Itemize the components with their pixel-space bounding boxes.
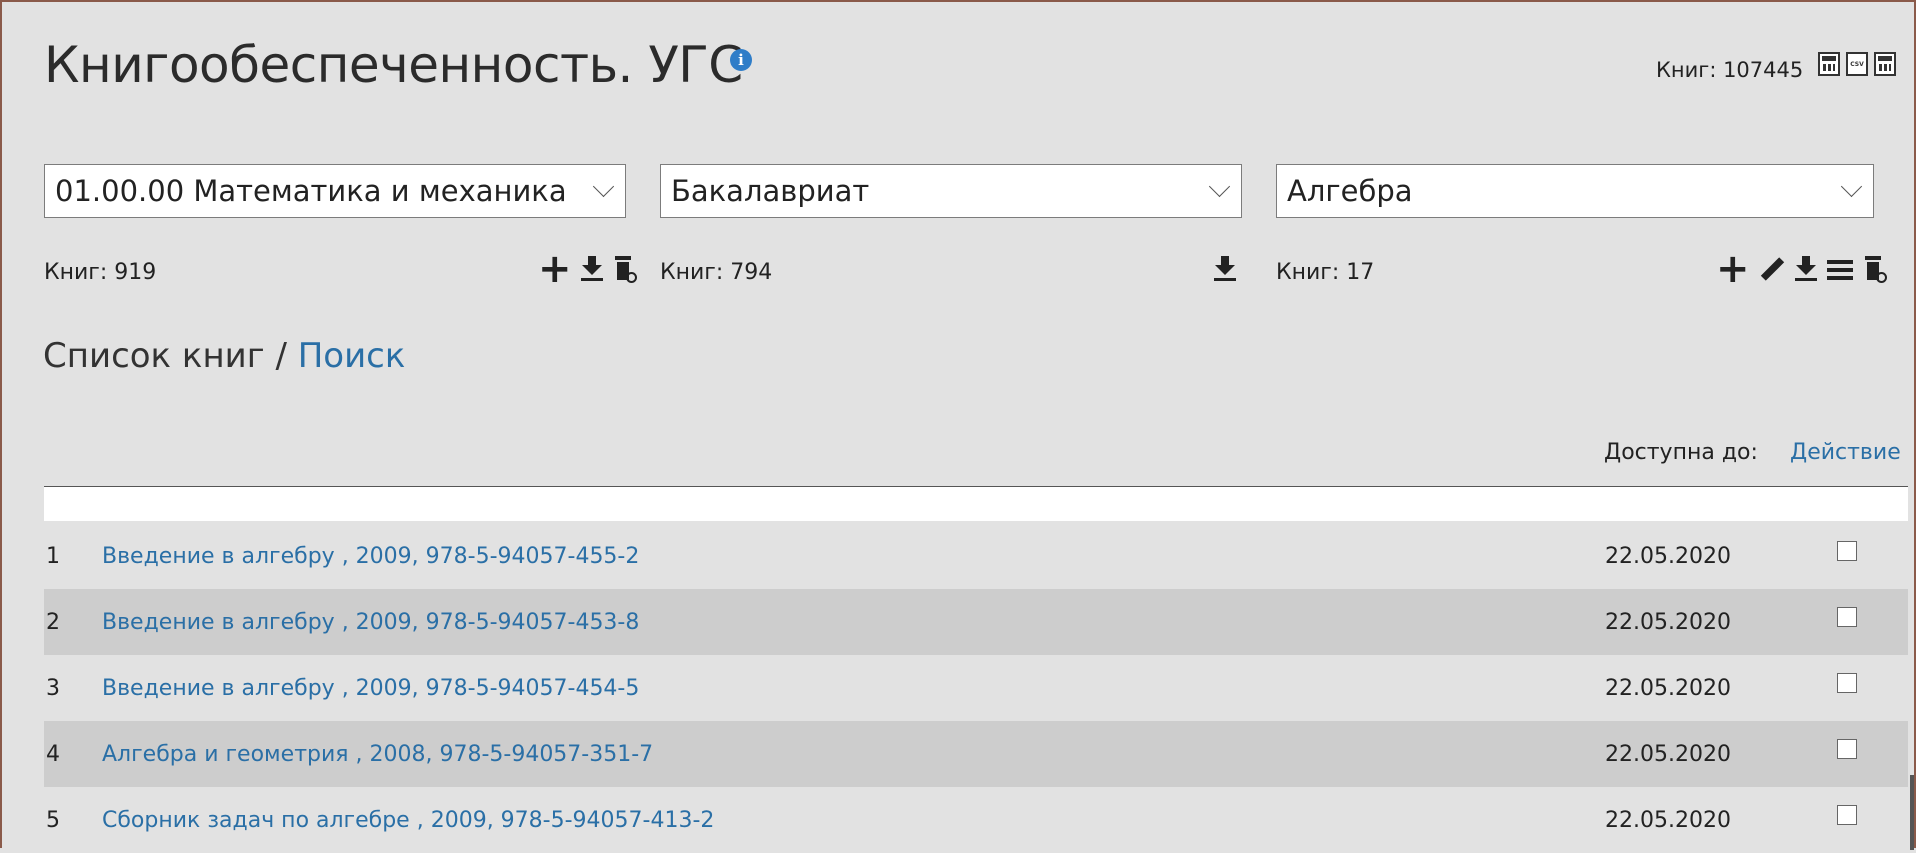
row-number: 5 [46, 807, 60, 833]
available-until-date: 22.05.2020 [1605, 609, 1731, 635]
row-checkbox[interactable] [1837, 541, 1857, 561]
subject-books-count: Книг: 17 [1276, 260, 1375, 285]
download-icon[interactable] [1795, 254, 1818, 282]
row-checkbox[interactable] [1837, 607, 1857, 627]
add-icon[interactable]: + [538, 246, 572, 292]
subject-select-value: Алгебра [1287, 174, 1413, 208]
calculator-icon[interactable] [1874, 52, 1896, 76]
table-row: 3 Введение в алгебру , 2009, 978-5-94057… [44, 655, 1908, 721]
delete-icon[interactable] [613, 254, 638, 283]
available-until-date: 22.05.2020 [1605, 675, 1731, 701]
chevron-down-icon [592, 175, 615, 198]
table-row: 4 Алгебра и геометрия , 2008, 978-5-9405… [44, 721, 1908, 787]
row-checkbox[interactable] [1837, 739, 1857, 759]
action-header[interactable]: Действие [1790, 440, 1901, 465]
row-checkbox[interactable] [1837, 805, 1857, 825]
chevron-down-icon [1840, 175, 1863, 198]
available-until-date: 22.05.2020 [1605, 807, 1731, 833]
available-until-date: 22.05.2020 [1605, 741, 1731, 767]
download-icon[interactable] [581, 254, 604, 282]
list-heading: Список книг / Поиск [43, 336, 405, 376]
level-toolbar [1214, 254, 1236, 289]
level-select-value: Бакалавриат [671, 174, 870, 208]
calculator-icon[interactable] [1818, 52, 1840, 76]
add-icon[interactable]: + [1716, 246, 1750, 292]
row-number: 4 [46, 741, 60, 767]
delete-icon[interactable] [1863, 254, 1887, 283]
table-row: 5 Сборник задач по алгебре , 2009, 978-5… [44, 787, 1908, 853]
scrollbar[interactable] [1910, 775, 1914, 850]
direction-toolbar: + [538, 249, 638, 289]
table-row: 1 Введение в алгебру , 2009, 978-5-94057… [44, 523, 1908, 589]
direction-books-count: Книг: 919 [44, 260, 157, 285]
available-until-date: 22.05.2020 [1605, 543, 1731, 569]
direction-select-value: 01.00.00 Математика и механика [55, 174, 567, 208]
table-header-band [44, 487, 1908, 521]
csv-file-icon[interactable]: CSV [1846, 52, 1868, 76]
edit-icon[interactable] [1759, 254, 1785, 282]
row-number: 2 [46, 609, 60, 635]
row-number: 1 [46, 543, 60, 569]
list-icon[interactable] [1826, 254, 1853, 282]
search-link[interactable]: Поиск [298, 336, 406, 376]
download-icon[interactable] [1214, 254, 1236, 282]
export-toolbar: CSV [1818, 52, 1896, 76]
row-number: 3 [46, 675, 60, 701]
subject-select[interactable]: Алгебра [1276, 164, 1874, 218]
total-books-count: Книг: 107445 [1656, 58, 1804, 82]
list-title: Список книг / [43, 336, 298, 376]
page-title: Книгообеспеченность. УГС [44, 36, 743, 94]
row-checkbox[interactable] [1837, 673, 1857, 693]
subject-toolbar: + [1716, 249, 1887, 289]
available-until-header: Доступна до: [1604, 440, 1758, 465]
info-icon[interactable]: i [730, 49, 752, 71]
chevron-down-icon [1208, 175, 1231, 198]
level-books-count: Книг: 794 [660, 260, 773, 285]
table-row: 2 Введение в алгебру , 2009, 978-5-94057… [44, 589, 1908, 655]
direction-select[interactable]: 01.00.00 Математика и механика [44, 164, 626, 218]
level-select[interactable]: Бакалавриат [660, 164, 1242, 218]
